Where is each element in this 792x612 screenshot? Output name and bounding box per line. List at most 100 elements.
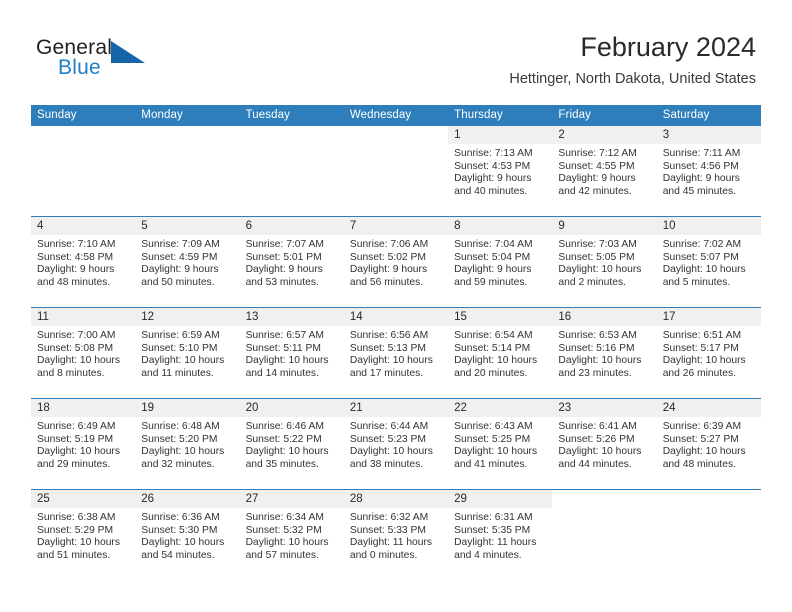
daylight-text-line2: and 48 minutes. bbox=[37, 276, 111, 288]
day-number: 23 bbox=[552, 399, 657, 417]
daylight-text-line1: Daylight: 11 hours bbox=[454, 537, 537, 549]
daylight-text-line1: Daylight: 9 hours bbox=[349, 264, 428, 276]
calendar-day-cell: 2 Sunrise: 7:12 AM Sunset: 4:55 PM Daylight… bbox=[552, 126, 657, 217]
daylight-text-line2: and 5 minutes. bbox=[662, 276, 731, 288]
day-cell-empty bbox=[135, 126, 240, 216]
day-cell[interactable]: 11 Sunrise: 7:00 AM Sunset: 5:08 PM Dayligh… bbox=[31, 308, 136, 398]
sunset-text: Sunset: 4:58 PM bbox=[37, 251, 114, 263]
daylight-text-line2: and 59 minutes. bbox=[454, 276, 528, 288]
day-cell[interactable]: 9 Sunrise: 7:03 AM Sunset: 5:05 PM Daylight… bbox=[552, 217, 657, 307]
day-cell[interactable]: 26 Sunrise: 6:36 AM Sunset: 5:30 PM Dayligh… bbox=[135, 490, 240, 580]
sunset-text: Sunset: 5:02 PM bbox=[349, 251, 426, 263]
sunrise-text: Sunrise: 6:51 AM bbox=[662, 330, 742, 341]
day-cell[interactable]: 3 Sunrise: 7:11 AM Sunset: 4:56 PM Daylight… bbox=[656, 126, 761, 216]
daylight-text-line1: Daylight: 9 hours bbox=[558, 173, 636, 185]
day-cell[interactable]: 6 Sunrise: 7:07 AM Sunset: 5:01 PM Daylight… bbox=[239, 217, 344, 307]
daylight-text-line1: Daylight: 10 hours bbox=[37, 537, 120, 549]
day-details: Sunrise: 6:48 AM Sunset: 5:20 PM Daylight:… bbox=[135, 417, 239, 471]
day-cell[interactable]: 16 Sunrise: 6:53 AM Sunset: 5:16 PM Dayligh… bbox=[552, 308, 657, 398]
day-cell[interactable]: 25 Sunrise: 6:38 AM Sunset: 5:29 PM Dayligh… bbox=[31, 490, 136, 580]
day-details: Sunrise: 6:53 AM Sunset: 5:16 PM Daylight:… bbox=[552, 326, 656, 380]
day-number bbox=[135, 126, 240, 144]
day-cell[interactable]: 7 Sunrise: 7:06 AM Sunset: 5:02 PM Daylight… bbox=[343, 217, 449, 307]
day-cell[interactable]: 4 Sunrise: 7:10 AM Sunset: 4:58 PM Daylight… bbox=[31, 217, 136, 307]
daylight-text-line1: Daylight: 9 hours bbox=[245, 264, 323, 276]
calendar-day-cell: 11 Sunrise: 7:00 AM Sunset: 5:08 PM Dayligh… bbox=[31, 307, 136, 399]
sunrise-text: Sunrise: 7:07 AM bbox=[245, 239, 324, 250]
day-cell[interactable]: 1 Sunrise: 7:13 AM Sunset: 4:53 PM Daylight… bbox=[448, 126, 553, 216]
calendar-day-cell: 28 Sunrise: 6:32 AM Sunset: 5:33 PM Dayligh… bbox=[343, 489, 449, 580]
weekday-header-saturday: Saturday bbox=[656, 105, 761, 126]
daylight-text-line2: and 29 minutes. bbox=[37, 458, 111, 470]
day-number: 13 bbox=[239, 308, 344, 326]
day-cell[interactable]: 15 Sunrise: 6:54 AM Sunset: 5:14 PM Dayligh… bbox=[448, 308, 553, 398]
daylight-text-line2: and 54 minutes. bbox=[141, 549, 215, 561]
day-cell[interactable]: 22 Sunrise: 6:43 AM Sunset: 5:25 PM Dayligh… bbox=[448, 399, 553, 489]
daylight-text-line2: and 4 minutes. bbox=[454, 549, 522, 561]
daylight-text-line1: Daylight: 10 hours bbox=[141, 446, 225, 458]
logo-text-blue: Blue bbox=[58, 56, 101, 79]
calendar-day-cell: 1 Sunrise: 7:13 AM Sunset: 4:53 PM Daylight… bbox=[448, 126, 553, 217]
sunrise-text: Sunrise: 7:02 AM bbox=[662, 239, 742, 250]
sunset-text: Sunset: 5:29 PM bbox=[37, 524, 114, 536]
day-cell[interactable]: 13 Sunrise: 6:57 AM Sunset: 5:11 PM Dayligh… bbox=[239, 308, 344, 398]
day-cell[interactable]: 24 Sunrise: 6:39 AM Sunset: 5:27 PM Dayligh… bbox=[656, 399, 761, 489]
calendar-day-cell bbox=[343, 126, 449, 217]
calendar-day-cell: 22 Sunrise: 6:43 AM Sunset: 5:25 PM Dayligh… bbox=[448, 398, 553, 490]
day-cell[interactable]: 5 Sunrise: 7:09 AM Sunset: 4:59 PM Daylight… bbox=[135, 217, 240, 307]
day-cell[interactable]: 12 Sunrise: 6:59 AM Sunset: 5:10 PM Dayligh… bbox=[135, 308, 240, 398]
day-details: Sunrise: 6:36 AM Sunset: 5:30 PM Daylight:… bbox=[135, 508, 239, 562]
day-number: 6 bbox=[239, 217, 344, 235]
sunrise-text: Sunrise: 7:04 AM bbox=[454, 239, 533, 250]
sunset-text: Sunset: 5:25 PM bbox=[454, 433, 531, 445]
calendar-day-cell: 13 Sunrise: 6:57 AM Sunset: 5:11 PM Dayligh… bbox=[239, 307, 344, 399]
sunrise-text: Sunrise: 6:41 AM bbox=[558, 421, 637, 432]
day-number: 2 bbox=[552, 126, 657, 144]
sunset-text: Sunset: 5:13 PM bbox=[349, 342, 426, 354]
calendar-page: General Blue February 2024 Hettinger, No… bbox=[0, 0, 792, 612]
sunset-text: Sunset: 4:56 PM bbox=[662, 160, 739, 172]
day-number: 3 bbox=[656, 126, 761, 144]
weekday-header-friday: Friday bbox=[552, 105, 657, 126]
day-number: 4 bbox=[31, 217, 136, 235]
day-cell[interactable]: 19 Sunrise: 6:48 AM Sunset: 5:20 PM Dayligh… bbox=[135, 399, 240, 489]
day-details: Sunrise: 6:38 AM Sunset: 5:29 PM Daylight:… bbox=[31, 508, 135, 562]
day-number: 27 bbox=[239, 490, 344, 508]
sunrise-text: Sunrise: 6:48 AM bbox=[141, 421, 220, 432]
day-number: 12 bbox=[135, 308, 240, 326]
calendar-day-cell: 6 Sunrise: 7:07 AM Sunset: 5:01 PM Daylight… bbox=[239, 216, 344, 308]
day-details: Sunrise: 6:54 AM Sunset: 5:14 PM Daylight:… bbox=[448, 326, 552, 380]
daylight-text-line2: and 44 minutes. bbox=[558, 458, 632, 470]
daylight-text-line2: and 17 minutes. bbox=[349, 367, 424, 379]
day-cell[interactable]: 8 Sunrise: 7:04 AM Sunset: 5:04 PM Daylight… bbox=[448, 217, 553, 307]
day-number: 28 bbox=[343, 490, 449, 508]
daylight-text-line1: Daylight: 9 hours bbox=[454, 264, 532, 276]
day-cell[interactable]: 14 Sunrise: 6:56 AM Sunset: 5:13 PM Dayligh… bbox=[343, 308, 449, 398]
daylight-text-line1: Daylight: 10 hours bbox=[558, 355, 642, 367]
day-cell[interactable]: 2 Sunrise: 7:12 AM Sunset: 4:55 PM Daylight… bbox=[552, 126, 657, 216]
day-cell[interactable]: 18 Sunrise: 6:49 AM Sunset: 5:19 PM Dayligh… bbox=[31, 399, 136, 489]
day-cell[interactable]: 21 Sunrise: 6:44 AM Sunset: 5:23 PM Dayligh… bbox=[343, 399, 449, 489]
day-cell[interactable]: 28 Sunrise: 6:32 AM Sunset: 5:33 PM Dayligh… bbox=[343, 490, 449, 580]
day-cell-empty bbox=[656, 490, 761, 580]
day-cell[interactable]: 27 Sunrise: 6:34 AM Sunset: 5:32 PM Dayligh… bbox=[239, 490, 344, 580]
day-cell[interactable]: 23 Sunrise: 6:41 AM Sunset: 5:26 PM Dayligh… bbox=[552, 399, 657, 489]
day-details: Sunrise: 6:31 AM Sunset: 5:35 PM Daylight:… bbox=[448, 508, 552, 562]
page-header: General Blue February 2024 Hettinger, No… bbox=[0, 0, 792, 100]
sunset-text: Sunset: 4:59 PM bbox=[141, 251, 218, 263]
day-cell[interactable]: 29 Sunrise: 6:31 AM Sunset: 5:35 PM Dayligh… bbox=[448, 490, 553, 580]
calendar-day-cell: 10 Sunrise: 7:02 AM Sunset: 5:07 PM Dayligh… bbox=[656, 216, 761, 308]
day-cell[interactable]: 10 Sunrise: 7:02 AM Sunset: 5:07 PM Dayligh… bbox=[656, 217, 761, 307]
daylight-text-line2: and 32 minutes. bbox=[141, 458, 215, 470]
daylight-text-line2: and 57 minutes. bbox=[245, 549, 319, 561]
day-number: 5 bbox=[135, 217, 240, 235]
day-details: Sunrise: 6:44 AM Sunset: 5:23 PM Daylight:… bbox=[344, 417, 448, 471]
daylight-text-line1: Daylight: 10 hours bbox=[245, 537, 329, 549]
sunrise-text: Sunrise: 6:46 AM bbox=[245, 421, 324, 432]
general-blue-logo[interactable]: General Blue bbox=[36, 36, 166, 84]
day-details: Sunrise: 7:10 AM Sunset: 4:58 PM Daylight:… bbox=[31, 235, 135, 289]
day-cell[interactable]: 17 Sunrise: 6:51 AM Sunset: 5:17 PM Dayligh… bbox=[656, 308, 761, 398]
day-cell[interactable]: 20 Sunrise: 6:46 AM Sunset: 5:22 PM Dayligh… bbox=[239, 399, 344, 489]
calendar-day-cell: 21 Sunrise: 6:44 AM Sunset: 5:23 PM Dayligh… bbox=[343, 398, 449, 490]
daylight-text-line1: Daylight: 10 hours bbox=[662, 264, 746, 276]
